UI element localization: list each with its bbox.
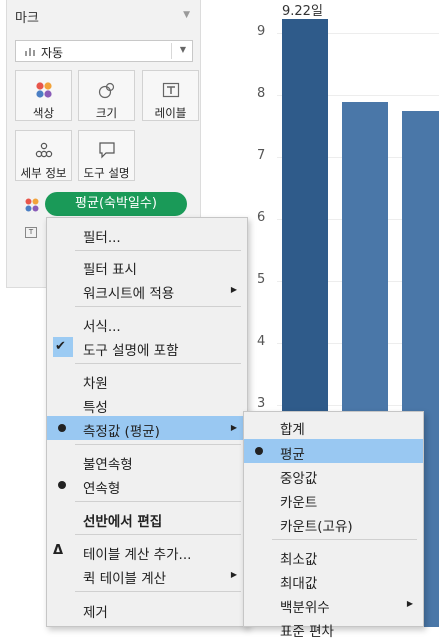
menu-item-edit-in-shelf[interactable]: 선반에서 편집	[47, 506, 247, 530]
detail-icon	[35, 142, 52, 158]
menu-item-add-table-calc[interactable]: Δ 테이블 계산 추가...	[47, 539, 247, 563]
menu-item-attribute[interactable]: 특성	[47, 392, 247, 416]
menu-item-label: 합계	[280, 422, 305, 438]
menu-item-label: 테이블 계산 추가...	[83, 547, 192, 563]
submenu-item-std-dev[interactable]: 표준 편차	[244, 616, 423, 640]
menu-item-label: 측정값 (평균)	[83, 424, 160, 440]
menu-item-label: 백분위수	[280, 600, 330, 616]
menu-item-label: 워크시트에 적용	[83, 286, 175, 302]
bar-data-label: 9.22일	[282, 4, 323, 19]
submenu-arrow-icon: ▶	[230, 423, 237, 432]
mark-type-dropdown[interactable]: 자동 ▼	[15, 40, 193, 62]
measure-pill[interactable]: 평균(숙박일수)	[45, 192, 187, 216]
menu-item-label: 최소값	[280, 552, 318, 568]
detail-shelf-button[interactable]: 세부 정보	[15, 130, 72, 181]
menu-item-include-in-tooltip[interactable]: ✔ 도구 설명에 포함	[47, 335, 247, 359]
menu-item-dimension[interactable]: 차원	[47, 368, 247, 392]
menu-item-label: 도구 설명에 포함	[83, 343, 179, 359]
menu-item-label: 카운트	[280, 495, 318, 511]
menu-divider	[75, 534, 241, 535]
menu-item-label: 표준 편차	[280, 624, 334, 640]
menu-item-label: 필터 표시	[83, 262, 137, 278]
tooltip-shelf-label: 도구 설명	[83, 166, 130, 180]
menu-divider	[75, 501, 241, 502]
menu-divider	[75, 250, 241, 251]
menu-item-remove[interactable]: 제거	[47, 597, 247, 621]
pill-row: 평균(숙박일수)	[7, 189, 202, 219]
size-shelf-button[interactable]: 크기	[78, 70, 135, 121]
color-icon	[35, 82, 52, 98]
radio-dot-icon	[255, 447, 263, 455]
menu-divider	[75, 306, 241, 307]
submenu-arrow-icon: ▶	[230, 285, 237, 294]
color-shelf-button[interactable]: 색상	[15, 70, 72, 121]
menu-item-show-filter[interactable]: 필터 표시	[47, 254, 247, 278]
size-shelf-label: 크기	[95, 106, 118, 120]
checkmark-icon: ✔	[55, 339, 66, 354]
radio-dot-icon	[58, 424, 66, 432]
submenu-item-average[interactable]: 평균	[244, 439, 423, 463]
menu-item-label: 특성	[83, 400, 108, 416]
menu-item-label: 차원	[83, 376, 108, 392]
submenu-item-sum[interactable]: 합계	[244, 414, 423, 438]
menu-item-label: 중앙값	[280, 471, 318, 487]
text-label-icon: T	[25, 227, 37, 238]
menu-divider	[272, 539, 417, 540]
y-axis-tick-label: 4	[257, 334, 266, 349]
bar-chart-icon	[25, 48, 35, 56]
mark-type-label: 자동	[41, 46, 64, 60]
text-label-icon	[162, 82, 179, 98]
size-icon	[98, 82, 114, 99]
menu-item-label: 선반에서 편집	[83, 514, 163, 530]
menu-divider	[75, 363, 241, 364]
menu-divider	[75, 444, 241, 445]
menu-item-label: 최대값	[280, 576, 318, 592]
dropdown-divider	[171, 43, 172, 59]
menu-item-label: 서식...	[83, 319, 121, 335]
submenu-arrow-icon: ▶	[230, 570, 237, 579]
submenu-item-maximum[interactable]: 최대값	[244, 568, 423, 592]
y-axis-tick-label: 6	[257, 210, 266, 225]
menu-item-label: 퀵 테이블 계산	[83, 571, 167, 587]
menu-item-label: 불연속형	[83, 457, 133, 473]
color-shelf-label: 색상	[32, 106, 55, 120]
context-menu: 필터... 필터 표시 워크시트에 적용 ▶ 서식... ✔ 도구 설명에 포함…	[46, 217, 248, 627]
menu-item-continuous[interactable]: 연속형	[47, 473, 247, 497]
submenu-arrow-icon: ▶	[406, 599, 413, 608]
label-shelf-label: 레이블	[154, 106, 187, 120]
y-axis-tick-label: 8	[257, 86, 266, 101]
menu-item-measure[interactable]: 측정값 (평균) ▶	[47, 416, 247, 440]
color-icon	[25, 198, 39, 212]
menu-item-apply-to-worksheets[interactable]: 워크시트에 적용 ▶	[47, 278, 247, 302]
tooltip-icon	[98, 142, 115, 159]
menu-item-label: 카운트(고유)	[280, 519, 353, 535]
y-axis-tick-label: 9	[257, 24, 266, 39]
chevron-down-icon: ▼	[179, 45, 186, 54]
menu-item-discrete[interactable]: 불연속형	[47, 449, 247, 473]
menu-item-label: 제거	[83, 605, 108, 621]
submenu-item-count-distinct[interactable]: 카운트(고유)	[244, 511, 423, 535]
menu-divider	[75, 591, 241, 592]
submenu-item-minimum[interactable]: 최소값	[244, 544, 423, 568]
submenu-item-median[interactable]: 중앙값	[244, 463, 423, 487]
menu-item-label: 연속형	[83, 481, 121, 497]
radio-dot-icon	[58, 481, 66, 489]
menu-item-label: 필터...	[83, 230, 121, 246]
menu-item-label: 평균	[280, 447, 305, 463]
submenu-item-count[interactable]: 카운트	[244, 487, 423, 511]
y-axis-tick-label: 3	[257, 396, 266, 411]
aggregation-submenu: 합계 평균 중앙값 카운트 카운트(고유) 최소값 최대값 백분위수 ▶ 표준 …	[243, 411, 424, 640]
marks-title: 마크	[15, 11, 39, 26]
menu-item-filter[interactable]: 필터...	[47, 222, 247, 246]
y-axis-tick-label: 7	[257, 148, 266, 163]
tooltip-shelf-button[interactable]: 도구 설명	[78, 130, 135, 181]
submenu-item-percentile[interactable]: 백분위수 ▶	[244, 592, 423, 616]
menu-item-quick-table-calc[interactable]: 퀵 테이블 계산 ▶	[47, 563, 247, 587]
label-shelf-button[interactable]: 레이블	[142, 70, 199, 121]
collapse-arrow-icon[interactable]: ▼	[183, 10, 190, 20]
delta-icon: Δ	[53, 543, 64, 558]
y-axis-tick-label: 5	[257, 272, 266, 287]
menu-item-format[interactable]: 서식...	[47, 311, 247, 335]
detail-shelf-label: 세부 정보	[20, 166, 67, 180]
